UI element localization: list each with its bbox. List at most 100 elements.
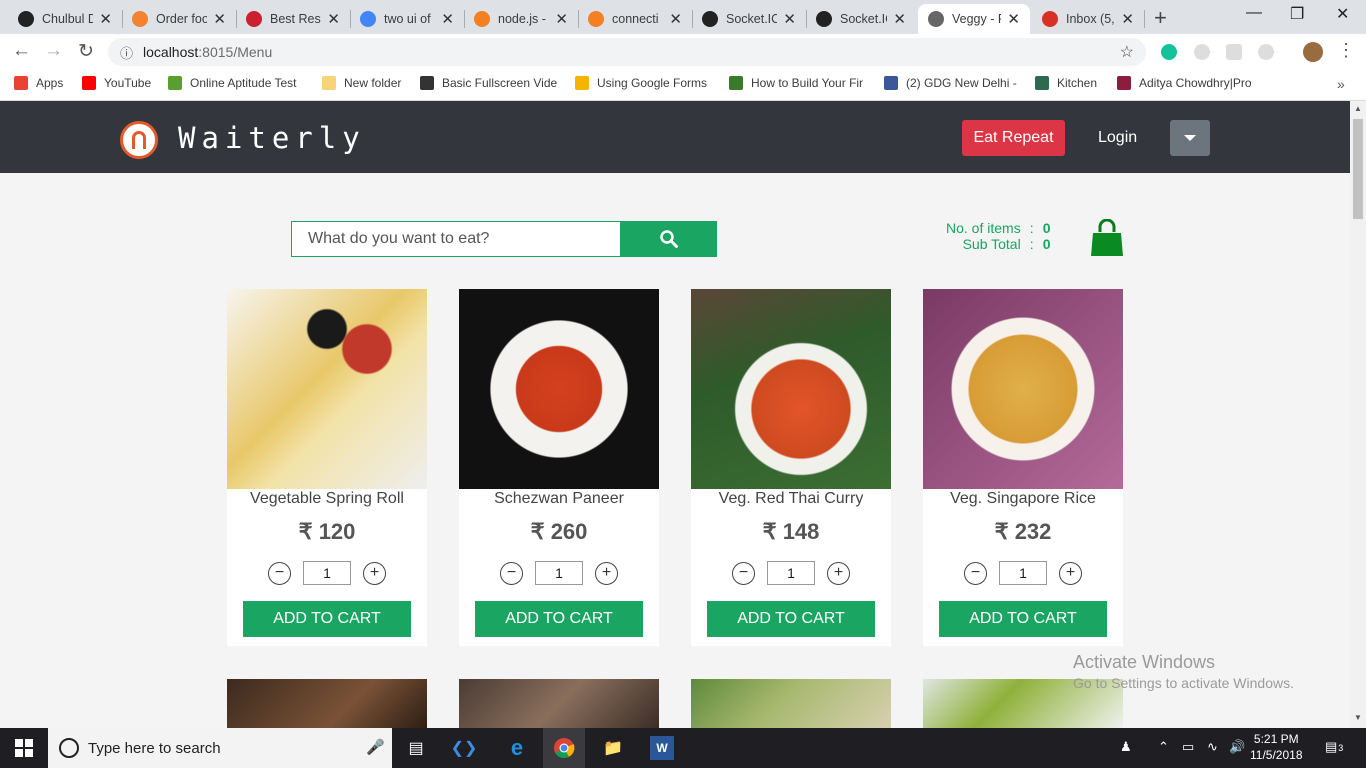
bookmark-item[interactable]: How to Build Your Fir xyxy=(729,76,863,90)
show-hidden-icons[interactable]: ⌃ xyxy=(1158,739,1169,755)
bookmark-star-icon[interactable]: ☆ xyxy=(1120,42,1134,62)
bookmark-item[interactable]: Basic Fullscreen Vide xyxy=(420,76,557,90)
close-tab-icon[interactable]: ✕ xyxy=(555,10,568,28)
close-window-icon[interactable]: ✕ xyxy=(1336,4,1349,24)
quantity-input[interactable]: 1 xyxy=(767,561,815,585)
shopping-bag-icon[interactable] xyxy=(1089,219,1125,257)
product-image[interactable] xyxy=(691,289,891,489)
minimize-icon[interactable]: — xyxy=(1246,4,1262,22)
browser-tab[interactable]: Veggy - F ✕ xyxy=(918,4,1030,34)
maximize-icon[interactable]: ❐ xyxy=(1290,4,1304,24)
browser-tab[interactable]: two ui of ✕ xyxy=(350,4,464,34)
product-image[interactable] xyxy=(459,679,659,728)
browser-tab[interactable]: connecti ✕ xyxy=(578,4,692,34)
people-icon[interactable]: ♟ xyxy=(1120,739,1132,755)
scroll-up-icon[interactable]: ▲ xyxy=(1354,104,1362,113)
close-tab-icon[interactable]: ✕ xyxy=(1007,10,1020,28)
windows-start-icon[interactable] xyxy=(12,736,36,760)
decrement-button[interactable]: − xyxy=(268,561,291,585)
back-icon[interactable]: ← xyxy=(12,40,31,62)
volume-icon[interactable]: 🔊 xyxy=(1229,739,1245,755)
search-button[interactable] xyxy=(621,221,717,257)
close-tab-icon[interactable]: ✕ xyxy=(783,10,796,28)
product-image[interactable] xyxy=(227,289,427,489)
quantity-input[interactable]: 1 xyxy=(303,561,351,585)
task-view-icon[interactable]: ▤ xyxy=(404,736,428,760)
more-bookmarks-icon[interactable]: » xyxy=(1337,76,1345,92)
reload-icon[interactable]: ↻ xyxy=(78,40,94,63)
bookmark-item[interactable]: Using Google Forms xyxy=(575,76,707,90)
url-field[interactable]: ⓘ localhost:8015/Menu ☆ xyxy=(108,38,1146,66)
browser-tab[interactable]: Socket.IC✕ xyxy=(806,4,916,34)
close-tab-icon[interactable]: ✕ xyxy=(441,10,454,28)
page-scrollbar[interactable]: ▲ ▼ xyxy=(1350,101,1366,728)
edge-icon[interactable]: e xyxy=(505,735,529,760)
info-icon[interactable]: ⓘ xyxy=(120,43,133,62)
product-image[interactable] xyxy=(227,679,427,728)
bookmark-item[interactable]: Apps xyxy=(14,76,63,90)
increment-button[interactable]: + xyxy=(827,561,850,585)
browser-tab[interactable]: Order foo ✕ xyxy=(122,4,236,34)
bookmark-icon xyxy=(1035,76,1049,90)
file-explorer-icon[interactable]: 📁 xyxy=(601,736,625,760)
close-tab-icon[interactable]: ✕ xyxy=(1121,10,1134,28)
eat-repeat-button[interactable]: Eat Repeat xyxy=(962,120,1065,156)
quantity-input[interactable]: 1 xyxy=(999,561,1047,585)
forward-icon[interactable]: → xyxy=(44,40,63,62)
word-icon[interactable]: W xyxy=(650,736,674,760)
close-tab-icon[interactable]: ✕ xyxy=(893,10,906,28)
battery-icon[interactable]: ▭ xyxy=(1182,739,1194,755)
product-image[interactable] xyxy=(923,289,1123,489)
bookmark-icon xyxy=(168,76,182,90)
browser-tab[interactable]: Best Rest ✕ xyxy=(236,4,350,34)
browser-tab[interactable]: node.js - ✕ xyxy=(464,4,578,34)
extension-icon[interactable] xyxy=(1258,44,1274,60)
add-to-cart-button[interactable]: ADD TO CART xyxy=(475,601,643,637)
profile-avatar[interactable] xyxy=(1303,42,1323,62)
browser-tab[interactable]: Chulbul D ✕ xyxy=(8,4,122,34)
scroll-down-icon[interactable]: ▼ xyxy=(1354,713,1362,722)
login-link[interactable]: Login xyxy=(1098,120,1137,156)
grammarly-icon[interactable] xyxy=(1161,44,1177,60)
dropdown-toggle-button[interactable] xyxy=(1170,120,1210,156)
increment-button[interactable]: + xyxy=(1059,561,1082,585)
increment-button[interactable]: + xyxy=(595,561,618,585)
bookmark-item[interactable]: Aditya Chowdhry|Pro xyxy=(1117,76,1252,90)
bookmark-item[interactable]: (2) GDG New Delhi - xyxy=(884,76,1017,90)
bookmark-item[interactable]: YouTube xyxy=(82,76,151,90)
bookmark-item[interactable]: Online Aptitude Test xyxy=(168,76,297,90)
quantity-input[interactable]: 1 xyxy=(535,561,583,585)
notification-icon[interactable]: ▤3 xyxy=(1325,739,1343,755)
add-to-cart-button[interactable]: ADD TO CART xyxy=(939,601,1107,637)
close-tab-icon[interactable]: ✕ xyxy=(327,10,340,28)
browser-tab[interactable]: Socket.IC✕ xyxy=(692,4,806,34)
chrome-taskbar-button[interactable] xyxy=(543,728,585,768)
new-tab-button[interactable]: + xyxy=(1154,5,1167,31)
product-image[interactable] xyxy=(459,289,659,489)
close-tab-icon[interactable]: ✕ xyxy=(669,10,682,28)
decrement-button[interactable]: − xyxy=(732,561,755,585)
add-to-cart-button[interactable]: ADD TO CART xyxy=(243,601,411,637)
chrome-menu-icon[interactable]: ⋮ xyxy=(1337,40,1355,61)
brand-name[interactable]: Waiterly xyxy=(178,121,366,155)
extension-icon[interactable] xyxy=(1226,44,1242,60)
bookmark-item[interactable]: Kitchen xyxy=(1035,76,1097,90)
add-to-cart-button[interactable]: ADD TO CART xyxy=(707,601,875,637)
decrement-button[interactable]: − xyxy=(500,561,523,585)
taskbar-search-field[interactable]: Type here to search 🎤 xyxy=(48,728,392,768)
close-tab-icon[interactable]: ✕ xyxy=(213,10,226,28)
microphone-icon[interactable]: 🎤 xyxy=(366,738,385,756)
vscode-icon[interactable]: ❮❯ xyxy=(451,736,478,760)
brand-logo[interactable] xyxy=(120,121,158,159)
search-input[interactable]: What do you want to eat? xyxy=(291,221,621,257)
browser-tab[interactable]: Inbox (5, ✕ xyxy=(1032,4,1144,34)
wifi-icon[interactable]: ∿ xyxy=(1207,739,1218,755)
increment-button[interactable]: + xyxy=(363,561,386,585)
close-tab-icon[interactable]: ✕ xyxy=(99,10,112,28)
bookmark-item[interactable]: New folder xyxy=(322,76,401,90)
extension-icon[interactable] xyxy=(1194,44,1210,60)
product-image[interactable] xyxy=(691,679,891,728)
decrement-button[interactable]: − xyxy=(964,561,987,585)
system-clock[interactable]: 5:21 PM 11/5/2018 xyxy=(1250,731,1303,763)
scrollbar-thumb[interactable] xyxy=(1353,119,1363,219)
